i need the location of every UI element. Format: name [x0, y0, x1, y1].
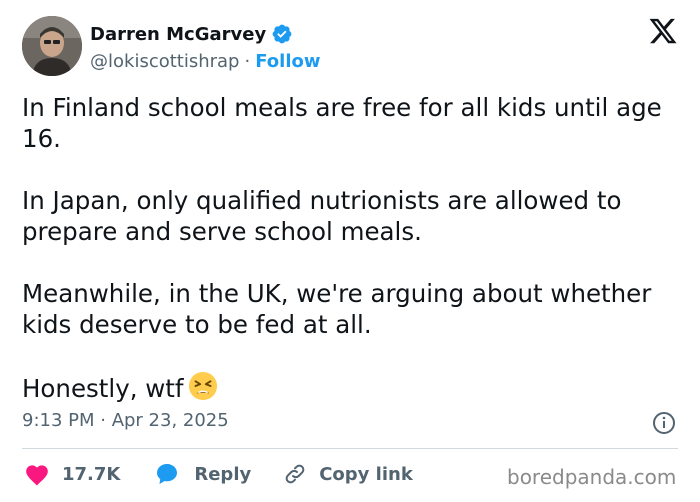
tweet-paragraph: Honestly, wtf — [22, 374, 184, 403]
reply-bubble-icon — [157, 464, 178, 484]
like-button[interactable]: 17.7K — [24, 462, 120, 486]
info-icon[interactable] — [652, 411, 676, 435]
tweet-body: In Finland school meals are free for all… — [22, 92, 686, 404]
tweet-paragraph: Meanwhile, in the UK, we're arguing abou… — [22, 279, 652, 339]
copy-link-label: Copy link — [319, 463, 413, 485]
separator: · — [244, 50, 251, 72]
avatar[interactable] — [22, 16, 82, 76]
heart-icon — [26, 465, 48, 486]
tweet-timestamp[interactable]: 9:13 PM · Apr 23, 2025 — [22, 410, 229, 431]
reply-label: Reply — [194, 463, 252, 485]
action-bar: 17.7K Reply Copy link — [24, 458, 413, 490]
tweet-paragraph-last: Honestly, wtf — [22, 371, 686, 404]
link-icon — [285, 464, 305, 484]
divider — [22, 448, 678, 449]
tweet-paragraph: In Finland school meals are free for all… — [22, 93, 662, 153]
user-info: Darren McGarvey @lokiscottishrap · Follo… — [90, 22, 321, 74]
verified-badge-icon — [272, 24, 292, 44]
display-name[interactable]: Darren McGarvey — [90, 24, 266, 45]
reply-button[interactable]: Reply — [154, 462, 251, 486]
watermark: boredpanda.com — [507, 465, 677, 489]
tired-face-emoji — [188, 371, 217, 401]
user-handle[interactable]: @lokiscottishrap — [90, 51, 239, 72]
x-logo-icon[interactable] — [648, 18, 678, 46]
follow-button[interactable]: Follow — [255, 51, 320, 72]
copy-link-button[interactable]: Copy link — [283, 462, 413, 486]
like-count: 17.7K — [62, 463, 121, 485]
tweet-header: Darren McGarvey @lokiscottishrap · Follo… — [22, 16, 682, 78]
tweet-paragraph: In Japan, only qualified nutrionists are… — [22, 186, 622, 246]
